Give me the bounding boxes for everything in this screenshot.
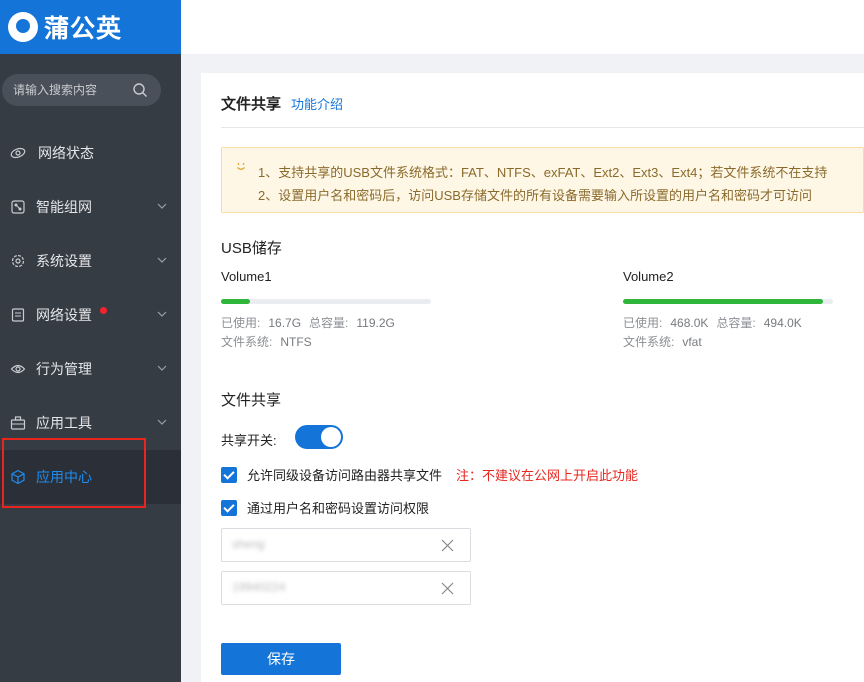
allow-lan-label: 允许同级设备访问路由器共享文件 bbox=[247, 468, 443, 483]
allow-lan-row: 允许同级设备访问路由器共享文件 注：不建议在公网上开启此功能 bbox=[221, 465, 638, 484]
sidebar-item-app-center[interactable]: 应用中心 bbox=[0, 450, 181, 504]
smile-icon bbox=[237, 163, 245, 170]
cube-icon bbox=[11, 469, 25, 485]
sidebar-item-label: 应用中心 bbox=[36, 469, 92, 485]
share-section-title: 文件共享 bbox=[221, 392, 282, 409]
warning-text: 注：不建议在公网上开启此功能 bbox=[456, 468, 639, 483]
fs-label: 文件系统: bbox=[221, 335, 273, 349]
auth-label: 通过用户名和密码设置访问权限 bbox=[247, 501, 430, 516]
sidebar-item-label: 行为管理 bbox=[36, 361, 92, 377]
chevron-down-icon bbox=[157, 257, 167, 263]
volume-usage-fill bbox=[623, 299, 823, 304]
help-link[interactable]: 功能介绍 bbox=[291, 94, 343, 113]
sidebar-item-label: 智能组网 bbox=[36, 199, 92, 215]
network-status-icon bbox=[10, 147, 26, 159]
auth-checkbox[interactable] bbox=[221, 499, 237, 516]
username-field bbox=[221, 528, 471, 562]
volume-usage-text: 已使用: 468.0K 总容量: 494.0K bbox=[623, 314, 810, 331]
capacity-value: 494.0K bbox=[763, 316, 802, 330]
used-value: 468.0K bbox=[670, 316, 709, 330]
chevron-down-icon bbox=[157, 311, 167, 317]
brand-name: 蒲公英 bbox=[44, 15, 123, 43]
notice-line: 1、支持共享的USB文件系统格式：FAT、NTFS、exFAT、Ext2、Ext… bbox=[258, 165, 828, 180]
volume-usage-bar bbox=[623, 299, 833, 304]
share-switch-label: 共享开关: bbox=[221, 433, 277, 448]
volume-fs-text: 文件系统: NTFS bbox=[221, 333, 320, 350]
sidebar: 蒲公英 网络状态 智能组网 bbox=[0, 0, 181, 682]
password-input[interactable] bbox=[232, 580, 432, 594]
chevron-down-icon bbox=[157, 365, 167, 371]
sidebar-item-label: 网络状态 bbox=[38, 145, 94, 161]
sidebar-nav: 网络状态 智能组网 系统设置 网络设置 行为管理 应用工具 应用中心 bbox=[0, 126, 181, 504]
sidebar-item-network-status[interactable]: 网络状态 bbox=[0, 126, 181, 180]
used-label: 已使用: bbox=[221, 316, 261, 330]
search-input[interactable] bbox=[13, 83, 128, 97]
sidebar-item-system-settings[interactable]: 系统设置 bbox=[0, 234, 181, 288]
volume-fs-text: 文件系统: vfat bbox=[623, 333, 710, 350]
save-button[interactable]: 保存 bbox=[221, 643, 341, 675]
capacity-value: 119.2G bbox=[356, 316, 395, 330]
password-field bbox=[221, 571, 471, 605]
used-label: 已使用: bbox=[623, 316, 663, 330]
search-box bbox=[2, 74, 161, 106]
sidebar-item-app-tools[interactable]: 应用工具 bbox=[0, 396, 181, 450]
close-icon[interactable] bbox=[441, 582, 454, 595]
fs-value: vfat bbox=[682, 335, 702, 349]
toggle-knob bbox=[321, 427, 341, 447]
allow-lan-checkbox[interactable] bbox=[221, 466, 237, 483]
used-value: 16.7G bbox=[268, 316, 302, 330]
sidebar-item-label: 系统设置 bbox=[36, 253, 92, 269]
capacity-label: 总容量: bbox=[716, 316, 756, 330]
chevron-down-icon bbox=[157, 419, 167, 425]
network-settings-icon bbox=[11, 308, 25, 322]
usb-section-title: USB储存 bbox=[221, 240, 282, 257]
fs-value: NTFS bbox=[280, 335, 312, 349]
notification-dot bbox=[100, 307, 107, 314]
sidebar-item-behavior-management[interactable]: 行为管理 bbox=[0, 342, 181, 396]
sidebar-item-label: 应用工具 bbox=[36, 415, 92, 431]
share-toggle[interactable] bbox=[295, 425, 343, 449]
logo-bar[interactable]: 蒲公英 bbox=[0, 0, 181, 54]
volume-usage-bar bbox=[221, 299, 431, 304]
brand-logo-icon bbox=[8, 12, 38, 42]
volume-usage-fill bbox=[221, 299, 251, 304]
capacity-label: 总容量: bbox=[309, 316, 349, 330]
volume-name: Volume2 bbox=[623, 269, 674, 284]
volume-usage-text: 已使用: 16.7G 总容量: 119.2G bbox=[221, 314, 403, 331]
chevron-down-icon bbox=[157, 203, 167, 209]
behavior-icon bbox=[10, 364, 26, 374]
sidebar-item-label: 网络设置 bbox=[36, 307, 92, 323]
auth-row: 通过用户名和密码设置访问权限 bbox=[221, 498, 429, 517]
file-share-panel: 文件共享 功能介绍 1、支持共享的USB文件系统格式：FAT、NTFS、exFA… bbox=[201, 73, 864, 682]
smart-network-icon bbox=[11, 200, 25, 214]
search-icon[interactable] bbox=[132, 82, 148, 98]
volume-name: Volume1 bbox=[221, 269, 272, 284]
notice-line: 2、设置用户名和密码后，访问USB存储文件的所有设备需要输入所设置的用户名和密码… bbox=[258, 188, 812, 203]
notice-banner: 1、支持共享的USB文件系统格式：FAT、NTFS、exFAT、Ext2、Ext… bbox=[221, 147, 864, 213]
panel-header: 文件共享 功能介绍 bbox=[221, 93, 343, 114]
close-icon[interactable] bbox=[441, 539, 454, 552]
toolbox-icon bbox=[10, 416, 26, 430]
sidebar-item-smart-network[interactable]: 智能组网 bbox=[0, 180, 181, 234]
gear-icon bbox=[11, 254, 25, 268]
divider bbox=[221, 127, 864, 128]
username-input[interactable] bbox=[232, 537, 432, 551]
sidebar-item-network-settings[interactable]: 网络设置 bbox=[0, 288, 181, 342]
page-title: 文件共享 bbox=[221, 96, 282, 113]
fs-label: 文件系统: bbox=[623, 335, 675, 349]
top-bar bbox=[181, 0, 864, 54]
